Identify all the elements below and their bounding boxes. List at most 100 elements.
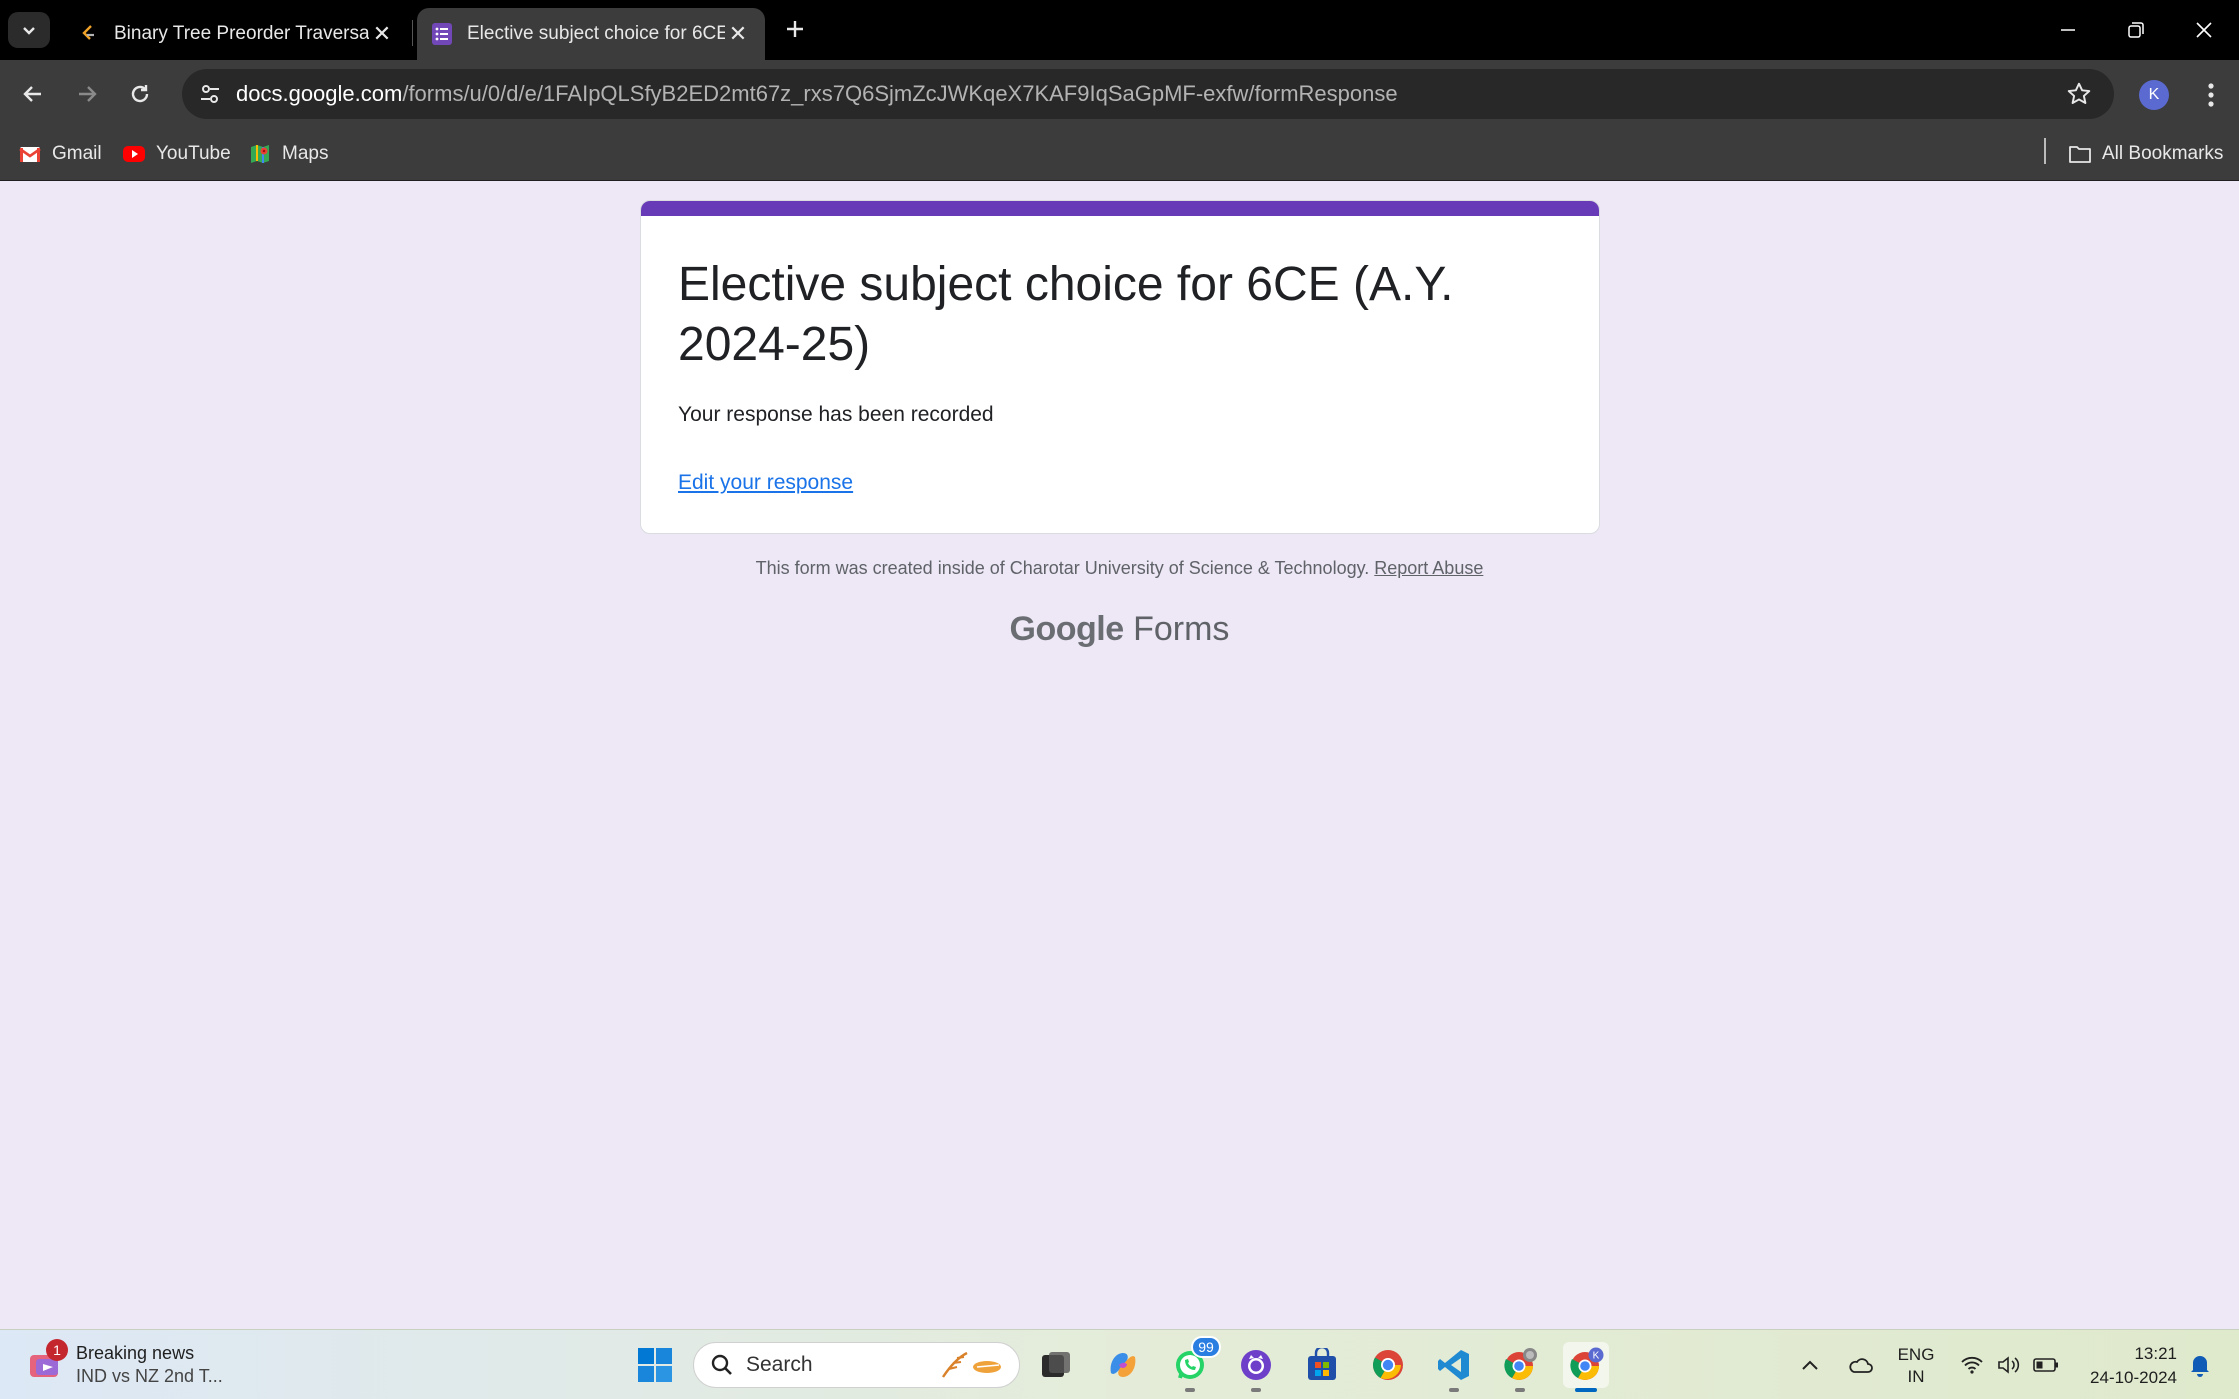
tab-binary-tree[interactable]: Binary Tree Preorder Traversal - ✕ bbox=[64, 8, 409, 60]
bookmarks-bar: Gmail YouTube Maps All Bookmarks bbox=[0, 128, 2239, 181]
battery-icon bbox=[2033, 1358, 2058, 1372]
notifications-button[interactable] bbox=[2184, 1330, 2216, 1399]
close-icon[interactable]: ✕ bbox=[725, 21, 751, 47]
task-view-icon bbox=[1042, 1352, 1070, 1377]
bookmark-label: Gmail bbox=[52, 143, 102, 164]
vscode-icon bbox=[1438, 1350, 1469, 1380]
clock[interactable]: 13:21 24-10-2024 bbox=[2075, 1342, 2177, 1390]
chrome-icon bbox=[1372, 1350, 1403, 1380]
taskbar-search[interactable]: Search bbox=[693, 1342, 1020, 1388]
chrome-icon bbox=[1504, 1348, 1537, 1380]
google-forms-icon bbox=[432, 23, 452, 45]
battery-tray[interactable] bbox=[2030, 1330, 2062, 1399]
taskbar-chrome-profile-2[interactable] bbox=[1497, 1342, 1543, 1392]
restore-button[interactable] bbox=[2102, 0, 2170, 60]
lang-code: ENG bbox=[1897, 1345, 1935, 1364]
bookmark-star-icon[interactable] bbox=[2064, 79, 2094, 109]
all-bookmarks-button[interactable]: All Bookmarks bbox=[2068, 138, 2223, 170]
news-title: Breaking news bbox=[76, 1343, 195, 1363]
bookmarks-divider bbox=[2044, 138, 2046, 164]
address-bar[interactable]: docs.google.com/forms/u/0/d/e/1FAIpQLSfy… bbox=[182, 69, 2114, 119]
response-recorded-message: Your response has been recorded bbox=[678, 403, 994, 426]
url-path: /forms/u/0/d/e/1FAIpQLSfyB2ED2mt67z_rxs7… bbox=[402, 81, 1398, 106]
show-hidden-icons-button[interactable] bbox=[1795, 1330, 1825, 1399]
close-icon bbox=[2196, 22, 2212, 38]
taskbar-store[interactable] bbox=[1299, 1342, 1345, 1388]
browser-toolbar: docs.google.com/forms/u/0/d/e/1FAIpQLSfy… bbox=[0, 60, 2239, 128]
report-abuse-link[interactable]: Report Abuse bbox=[1374, 558, 1483, 578]
leetcode-icon bbox=[82, 25, 94, 40]
running-indicator bbox=[1449, 1388, 1459, 1392]
bookmark-gmail[interactable]: Gmail bbox=[18, 138, 102, 170]
bookmark-youtube[interactable]: YouTube bbox=[122, 138, 231, 170]
confirmation-card: Elective subject choice for 6CE (A.Y. 20… bbox=[640, 200, 1600, 534]
wifi-icon bbox=[1961, 1356, 1983, 1374]
minimize-button[interactable] bbox=[2034, 0, 2102, 60]
clock-time: 13:21 bbox=[2134, 1344, 2177, 1363]
restore-icon bbox=[2128, 22, 2144, 38]
windows-taskbar: 1 Breaking news IND vs NZ 2nd T... Searc… bbox=[0, 1329, 2239, 1399]
active-indicator bbox=[1575, 1388, 1597, 1392]
taskbar-vscode[interactable] bbox=[1431, 1342, 1477, 1392]
copilot-icon bbox=[1110, 1353, 1136, 1377]
search-icon bbox=[711, 1354, 732, 1375]
language-indicator[interactable]: ENG IN bbox=[1890, 1344, 1942, 1388]
taskbar-chrome[interactable] bbox=[1365, 1342, 1411, 1388]
chrome-icon: K bbox=[1570, 1347, 1604, 1380]
news-text: Breaking news IND vs NZ 2nd T... bbox=[76, 1342, 223, 1388]
google-wordmark: Google bbox=[1009, 610, 1125, 648]
taskbar-chrome-active[interactable]: K bbox=[1563, 1342, 1609, 1392]
reload-icon bbox=[131, 85, 149, 103]
github-desktop-icon bbox=[1241, 1350, 1271, 1380]
news-badge: 1 bbox=[46, 1339, 68, 1361]
start-button[interactable] bbox=[632, 1342, 678, 1388]
minimize-icon bbox=[2061, 29, 2075, 31]
arrow-left-icon bbox=[23, 86, 41, 102]
taskbar-whatsapp[interactable]: 99 bbox=[1167, 1336, 1221, 1392]
news-widget-icon: 1 bbox=[26, 1339, 68, 1385]
profile-avatar[interactable]: K bbox=[2139, 80, 2169, 110]
close-icon[interactable]: ✕ bbox=[369, 21, 395, 47]
cloud-icon bbox=[1849, 1358, 1873, 1373]
windows-logo-icon bbox=[638, 1348, 672, 1382]
url-host: docs.google.com bbox=[236, 81, 403, 106]
forward-button[interactable] bbox=[67, 74, 107, 114]
edit-response-link[interactable]: Edit your response bbox=[678, 471, 853, 495]
onedrive-tray[interactable] bbox=[1843, 1330, 1877, 1399]
running-indicator bbox=[1251, 1388, 1261, 1392]
tab-elective-form[interactable]: Elective subject choice for 6CE ( ✕ bbox=[417, 8, 765, 60]
news-subtitle: IND vs NZ 2nd T... bbox=[76, 1366, 223, 1386]
all-bookmarks-label: All Bookmarks bbox=[2102, 143, 2224, 164]
form-title: Elective subject choice for 6CE (A.Y. 20… bbox=[678, 258, 1454, 371]
taskbar-github[interactable] bbox=[1233, 1342, 1279, 1392]
region-code: IN bbox=[1907, 1367, 1925, 1386]
youtube-icon bbox=[122, 142, 146, 166]
tab-search-button[interactable] bbox=[8, 12, 50, 48]
plus-icon bbox=[787, 21, 803, 37]
tab-title: Binary Tree Preorder Traversal - bbox=[114, 23, 369, 44]
taskbar-copilot[interactable] bbox=[1100, 1342, 1146, 1388]
bookmark-maps[interactable]: Maps bbox=[248, 138, 328, 170]
search-placeholder: Search bbox=[746, 1353, 813, 1376]
google-forms-logo[interactable]: Google Forms bbox=[0, 610, 2239, 649]
reload-button[interactable] bbox=[120, 74, 160, 114]
tab-title: Elective subject choice for 6CE ( bbox=[467, 23, 725, 44]
forms-wordmark: Forms bbox=[1133, 610, 1230, 648]
site-info-icon[interactable] bbox=[192, 76, 228, 112]
running-indicator bbox=[1185, 1388, 1195, 1392]
maps-icon bbox=[248, 142, 272, 166]
news-widget[interactable]: 1 Breaking news IND vs NZ 2nd T... bbox=[26, 1338, 223, 1392]
folder-icon bbox=[2068, 142, 2092, 166]
footer-text: This form was created inside of Charotar… bbox=[755, 558, 1370, 578]
taskbar-task-view[interactable] bbox=[1033, 1342, 1079, 1388]
back-button[interactable] bbox=[13, 74, 53, 114]
form-footer-note: This form was created inside of Charotar… bbox=[0, 558, 2239, 579]
kebab-menu-icon[interactable] bbox=[2196, 78, 2226, 112]
chevron-down-icon bbox=[23, 27, 35, 35]
bookmark-label: Maps bbox=[282, 143, 329, 164]
close-window-button[interactable] bbox=[2170, 0, 2238, 60]
volume-tray[interactable] bbox=[1994, 1330, 2026, 1399]
gmail-icon bbox=[18, 142, 42, 166]
new-tab-button[interactable] bbox=[778, 12, 812, 46]
wifi-tray[interactable] bbox=[1956, 1330, 1988, 1399]
